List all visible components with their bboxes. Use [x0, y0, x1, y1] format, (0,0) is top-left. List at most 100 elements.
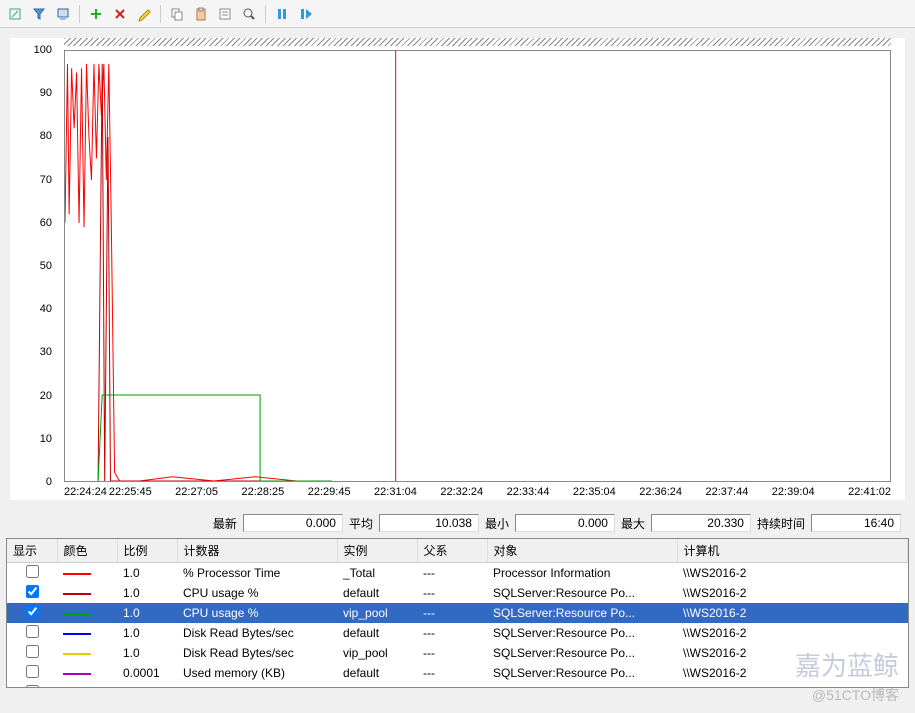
- show-checkbox[interactable]: [26, 665, 39, 678]
- cell-instance: default: [337, 663, 417, 683]
- table-header-row: 显示 颜色 比例 计数器 实例 父系 对象 计算机: [7, 539, 908, 563]
- col-scale[interactable]: 比例: [117, 539, 177, 563]
- y-tick-label: 80: [40, 130, 52, 142]
- stat-min-value: 0.000: [515, 514, 615, 532]
- show-checkbox[interactable]: [26, 685, 39, 688]
- x-tick-label: 22:35:04: [573, 486, 616, 498]
- cell-parent: ---: [417, 583, 487, 603]
- pause-icon[interactable]: [271, 3, 293, 25]
- cell-counter: % Processor Time: [177, 563, 337, 584]
- show-checkbox[interactable]: [26, 605, 39, 618]
- x-tick-label: 22:32:24: [440, 486, 483, 498]
- stat-max-value: 20.330: [651, 514, 751, 532]
- y-tick-label: 40: [40, 303, 52, 315]
- cell-instance: _Total: [337, 563, 417, 584]
- x-tick-label: 22:33:44: [507, 486, 550, 498]
- table-row[interactable]: 0.0001Used memory (KB)vip_pool---SQLServ…: [7, 683, 908, 688]
- cell-computer: \\WS2016-2: [677, 583, 908, 603]
- stat-max-label: 最大: [621, 515, 645, 532]
- x-tick-label: 22:25:45: [109, 486, 152, 498]
- table-row[interactable]: 1.0Disk Read Bytes/secdefault---SQLServe…: [7, 623, 908, 643]
- toolbar: [0, 0, 915, 28]
- col-show[interactable]: 显示: [7, 539, 57, 563]
- y-tick-label: 20: [40, 390, 52, 402]
- cell-object: SQLServer:Resource Po...: [487, 683, 677, 688]
- y-tick-label: 100: [34, 44, 52, 56]
- table-row[interactable]: 1.0% Processor Time_Total---Processor In…: [7, 563, 908, 584]
- col-object[interactable]: 对象: [487, 539, 677, 563]
- series-line: [98, 64, 332, 481]
- cell-computer: \\WS2016-2: [677, 603, 908, 623]
- highlight-icon[interactable]: [133, 3, 155, 25]
- cell-computer: \\WS2016-2: [677, 683, 908, 688]
- cell-object: Processor Information: [487, 563, 677, 584]
- delete-icon[interactable]: [109, 3, 131, 25]
- view-icon[interactable]: [4, 3, 26, 25]
- properties-icon[interactable]: [214, 3, 236, 25]
- x-axis: 22:24:2422:25:4522:27:0522:28:2522:29:45…: [64, 486, 891, 500]
- cell-scale: 0.0001: [117, 663, 177, 683]
- show-checkbox[interactable]: [26, 565, 39, 578]
- cell-scale: 1.0: [117, 623, 177, 643]
- cell-instance: vip_pool: [337, 603, 417, 623]
- table-row[interactable]: 1.0Disk Read Bytes/secvip_pool---SQLServ…: [7, 643, 908, 663]
- color-swatch: [63, 673, 91, 675]
- cell-object: SQLServer:Resource Po...: [487, 623, 677, 643]
- x-tick-label: 22:29:45: [308, 486, 351, 498]
- stats-row: 最新 0.000 平均 10.038 最小 0.000 最大 20.330 持续…: [0, 510, 915, 538]
- table-row[interactable]: 1.0CPU usage %default---SQLServer:Resour…: [7, 583, 908, 603]
- stat-duration-value: 16:40: [811, 514, 901, 532]
- counter-panel[interactable]: 显示 颜色 比例 计数器 实例 父系 对象 计算机 1.0% Processor…: [6, 538, 909, 688]
- x-tick-label: 22:41:02: [848, 486, 891, 498]
- show-checkbox[interactable]: [26, 585, 39, 598]
- y-axis: 0102030405060708090100: [10, 50, 60, 482]
- show-checkbox[interactable]: [26, 645, 39, 658]
- add-icon[interactable]: [85, 3, 107, 25]
- stat-avg-label: 平均: [349, 515, 373, 532]
- cell-computer: \\WS2016-2: [677, 623, 908, 643]
- zoom-icon[interactable]: [238, 3, 260, 25]
- cell-object: SQLServer:Resource Po...: [487, 663, 677, 683]
- cell-computer: \\WS2016-2: [677, 663, 908, 683]
- y-tick-label: 70: [40, 174, 52, 186]
- cell-counter: Used memory (KB): [177, 663, 337, 683]
- stat-avg-value: 10.038: [379, 514, 479, 532]
- cell-computer: \\WS2016-2: [677, 563, 908, 584]
- show-checkbox[interactable]: [26, 625, 39, 638]
- table-row[interactable]: 0.0001Used memory (KB)default---SQLServe…: [7, 663, 908, 683]
- paste-icon[interactable]: [190, 3, 212, 25]
- stat-latest-label: 最新: [213, 515, 237, 532]
- cell-instance: vip_pool: [337, 643, 417, 663]
- x-tick-label: 22:24:24: [64, 486, 107, 498]
- col-computer[interactable]: 计算机: [677, 539, 908, 563]
- col-parent[interactable]: 父系: [417, 539, 487, 563]
- col-instance[interactable]: 实例: [337, 539, 417, 563]
- cell-counter: Disk Read Bytes/sec: [177, 623, 337, 643]
- filter-icon[interactable]: [28, 3, 50, 25]
- x-tick-label: 22:37:44: [706, 486, 749, 498]
- step-icon[interactable]: [295, 3, 317, 25]
- cell-counter: Used memory (KB): [177, 683, 337, 688]
- chart-area: 0102030405060708090100 22:24:2422:25:452…: [10, 38, 905, 500]
- y-tick-label: 50: [40, 260, 52, 272]
- chart-header-hatch: [64, 38, 891, 46]
- y-tick-label: 30: [40, 346, 52, 358]
- x-tick-label: 22:28:25: [241, 486, 284, 498]
- x-tick-label: 22:39:04: [772, 486, 815, 498]
- chart-plot[interactable]: [64, 50, 891, 482]
- col-counter[interactable]: 计数器: [177, 539, 337, 563]
- color-swatch: [63, 633, 91, 635]
- cell-parent: ---: [417, 663, 487, 683]
- color-swatch: [63, 573, 91, 575]
- cell-parent: ---: [417, 643, 487, 663]
- y-tick-label: 10: [40, 433, 52, 445]
- table-row[interactable]: 1.0CPU usage %vip_pool---SQLServer:Resou…: [7, 603, 908, 623]
- cell-counter: Disk Read Bytes/sec: [177, 643, 337, 663]
- cell-computer: \\WS2016-2: [677, 643, 908, 663]
- export-icon[interactable]: [52, 3, 74, 25]
- cell-instance: default: [337, 583, 417, 603]
- copy-icon[interactable]: [166, 3, 188, 25]
- cell-parent: ---: [417, 623, 487, 643]
- col-color[interactable]: 颜色: [57, 539, 117, 563]
- cell-instance: vip_pool: [337, 683, 417, 688]
